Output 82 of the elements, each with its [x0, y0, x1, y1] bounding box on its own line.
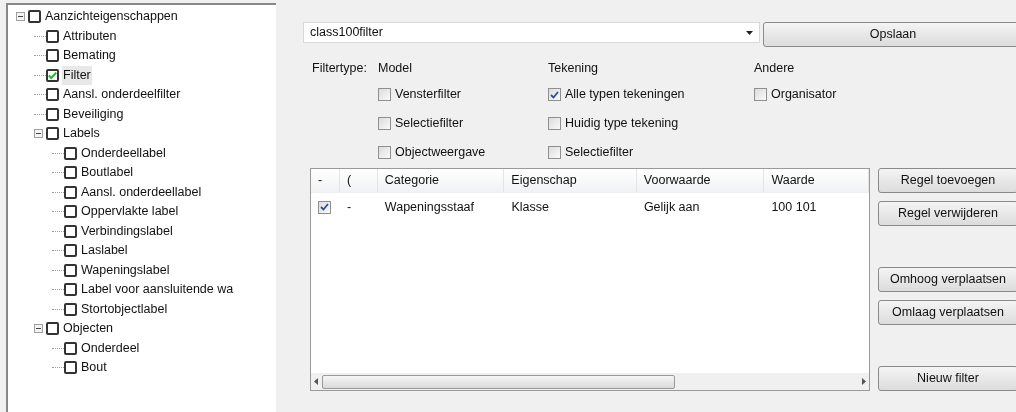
- option-label: Alle typen tekeningen: [565, 86, 685, 104]
- scroll-left-icon: [314, 378, 318, 385]
- column-header[interactable]: -: [311, 169, 340, 192]
- tree-item[interactable]: Onderdeellabel: [80, 143, 167, 163]
- tree-item[interactable]: Aansl. onderdeelfilter: [62, 85, 182, 105]
- collapse-icon[interactable]: [16, 12, 25, 22]
- column-header[interactable]: Categorie: [377, 169, 505, 192]
- tree-item[interactable]: Filter: [62, 65, 92, 85]
- tree-item[interactable]: Stortobjectlabel: [80, 299, 169, 319]
- tree-item[interactable]: Verbindingslabel: [80, 221, 174, 241]
- option-label: Huidig type tekening: [565, 115, 679, 133]
- option-label: Organisator: [771, 86, 837, 104]
- tree-checkbox[interactable]: [28, 10, 41, 24]
- filtertype-label: Filtertype:: [311, 60, 368, 77]
- tree-checkbox[interactable]: [46, 322, 59, 336]
- option-label: Vensterfilter: [395, 86, 461, 104]
- checkbox[interactable]: [548, 146, 561, 159]
- tree-checkbox[interactable]: [46, 49, 59, 63]
- tree-checkbox[interactable]: [46, 68, 59, 82]
- dropdown-arrow-icon: [746, 30, 753, 35]
- option-label: Objectweergave: [395, 144, 486, 162]
- tree-checkbox[interactable]: [64, 302, 77, 316]
- checkbox[interactable]: [548, 88, 561, 101]
- tree-checkbox[interactable]: [64, 185, 77, 199]
- checkbox[interactable]: [548, 117, 561, 130]
- tree-checkbox[interactable]: [46, 29, 59, 43]
- horizontal-scrollbar[interactable]: [311, 373, 869, 390]
- tree-checkbox[interactable]: [64, 283, 77, 297]
- tree-item[interactable]: Wapeningslabel: [80, 260, 171, 280]
- scroll-right-icon: [862, 378, 866, 385]
- tree-item[interactable]: Attributen: [62, 26, 118, 46]
- tree-item[interactable]: Aanzichteigenschappen: [44, 7, 179, 27]
- option-label: Selectiefilter: [565, 144, 634, 162]
- tree-item[interactable]: Label voor aansluitende wa: [80, 280, 235, 300]
- table-cell-text: Klasse: [511, 198, 549, 216]
- action-button[interactable]: Opslaan: [763, 22, 1016, 47]
- tree-checkbox[interactable]: [46, 88, 59, 102]
- action-button[interactable]: Omhoog verplaatsen: [878, 267, 1016, 292]
- group-heading: Tekening: [548, 60, 600, 77]
- group-heading: Andere: [754, 60, 796, 77]
- tree-item[interactable]: Onderdeel: [80, 338, 141, 358]
- checkbox[interactable]: [378, 88, 391, 101]
- tree-checkbox[interactable]: [64, 244, 77, 258]
- tree-checkbox[interactable]: [64, 166, 77, 180]
- tree-item[interactable]: Labels: [62, 124, 101, 144]
- column-header[interactable]: (: [339, 169, 378, 192]
- checkbox[interactable]: [754, 88, 767, 101]
- action-button[interactable]: Omlaag verplaatsen: [878, 300, 1016, 325]
- tree-item[interactable]: Laslabel: [80, 241, 129, 261]
- checkbox[interactable]: [318, 200, 331, 214]
- tree-item[interactable]: Beveiliging: [62, 104, 125, 124]
- action-button[interactable]: Regel toevoegen: [878, 168, 1016, 193]
- tree-checkbox[interactable]: [46, 127, 59, 141]
- option-label: Selectiefilter: [395, 115, 464, 133]
- checkbox[interactable]: [378, 117, 391, 130]
- action-button[interactable]: Nieuw filter: [878, 366, 1016, 391]
- tree-item[interactable]: Bemating: [62, 46, 117, 66]
- table-cell-text: -: [346, 198, 352, 216]
- column-header[interactable]: Eigenschap: [504, 169, 637, 192]
- tree-checkbox[interactable]: [64, 341, 77, 355]
- tree-item[interactable]: Aansl. onderdeellabel: [80, 182, 203, 202]
- collapse-icon[interactable]: [34, 324, 43, 334]
- tree-item[interactable]: Boutlabel: [80, 163, 135, 183]
- tree-checkbox[interactable]: [64, 263, 77, 277]
- tree-item[interactable]: Bout: [80, 358, 108, 378]
- group-heading: Model: [378, 60, 414, 77]
- filter-dropdown[interactable]: class100filter: [303, 22, 760, 43]
- tree-checkbox[interactable]: [64, 224, 77, 238]
- tree-checkbox[interactable]: [46, 107, 59, 121]
- column-header[interactable]: Voorwaarde: [636, 169, 765, 192]
- tree-checkbox[interactable]: [64, 361, 77, 375]
- action-button[interactable]: Regel verwijderen: [878, 201, 1016, 226]
- tree-checkbox[interactable]: [64, 205, 77, 219]
- collapse-icon[interactable]: [34, 129, 43, 139]
- table-cell-text: 100 101: [771, 198, 817, 216]
- checkbox[interactable]: [378, 146, 391, 159]
- tree-item[interactable]: Oppervlakte label: [80, 202, 180, 222]
- table-cell-text: Gelijk aan: [643, 198, 700, 216]
- column-header[interactable]: Waarde: [764, 169, 869, 192]
- table-cell-text: Wapeningsstaaf: [384, 198, 475, 216]
- tree-checkbox[interactable]: [64, 146, 77, 160]
- tree-item[interactable]: Objecten: [62, 319, 115, 339]
